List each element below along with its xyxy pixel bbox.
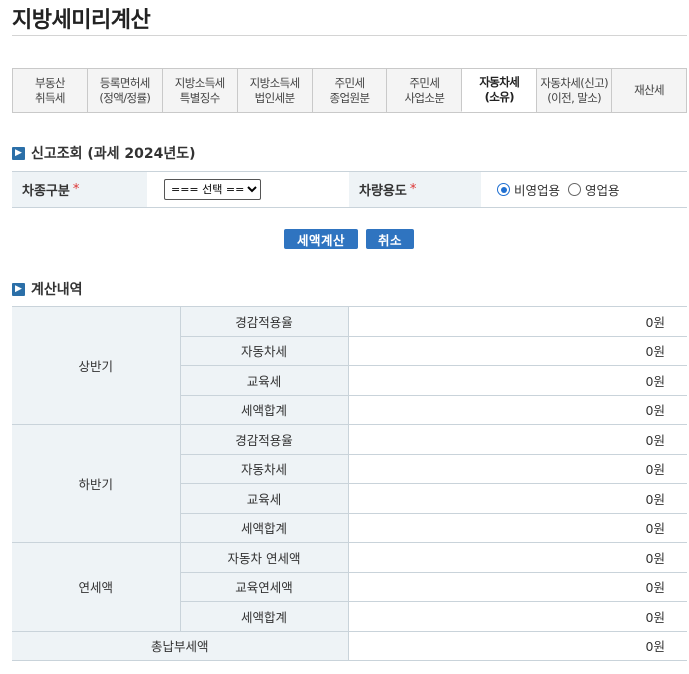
row-value: 0원 bbox=[347, 453, 687, 484]
required-mark: * bbox=[409, 182, 417, 197]
title-divider bbox=[12, 35, 687, 36]
radio-business[interactable]: 영업용 bbox=[568, 180, 620, 199]
required-mark: * bbox=[72, 182, 80, 197]
row-value: 0원 bbox=[347, 424, 687, 455]
vehicle-type-header: 차종구분 * bbox=[12, 172, 147, 207]
calc-section-title: ▶ 계산내역 bbox=[12, 279, 83, 299]
row-value: 0원 bbox=[347, 571, 687, 602]
tab-vehicle-tax-report[interactable]: 자동차세(신고) (이전, 말소) bbox=[536, 69, 611, 112]
calculate-button[interactable]: 세액계산 bbox=[284, 229, 358, 249]
tab-local-income-tax-corporate[interactable]: 지방소득세 법인세분 bbox=[236, 69, 312, 112]
table-row: 하반기 경감적용율 0원 bbox=[12, 424, 687, 543]
page-title: 지방세미리계산 bbox=[12, 8, 151, 33]
cancel-button[interactable]: 취소 bbox=[366, 229, 414, 249]
tab-resident-tax-employee[interactable]: 주민세 종업원분 bbox=[311, 69, 387, 112]
report-form: 차종구분 * === 선택 === 차량용도 * 비영업용 영업용 bbox=[12, 171, 687, 208]
radio-business-circle[interactable] bbox=[568, 183, 582, 196]
radio-nonbusiness-circle[interactable] bbox=[497, 183, 510, 196]
radio-nonbusiness[interactable]: 비영업용 bbox=[497, 180, 560, 199]
row-label: 경감적용율 bbox=[179, 424, 349, 455]
tab-registration-license-tax[interactable]: 등록면허세 (정액/정률) bbox=[86, 69, 162, 112]
calc-section-label: 계산내역 bbox=[31, 282, 83, 298]
row-value: 0원 bbox=[347, 542, 687, 573]
row-value: 0원 bbox=[347, 512, 687, 543]
tab-property-acquisition-tax[interactable]: 부동산 취득세 bbox=[13, 69, 87, 112]
row-label: 자동차세 bbox=[180, 335, 349, 366]
table-row: 연세액 자동차 연세액 0원 bbox=[12, 542, 687, 632]
group-second-half: 하반기 bbox=[12, 424, 181, 543]
row-label: 교육세 bbox=[180, 365, 349, 396]
group-first-half: 상반기 bbox=[12, 306, 181, 425]
row-label: 교육연세액 bbox=[180, 571, 349, 602]
usage-cell: 비영업용 영업용 bbox=[481, 172, 687, 207]
tab-vehicle-tax-ownership[interactable]: 자동차세 (소유) bbox=[461, 69, 537, 112]
row-value: 0원 bbox=[347, 335, 687, 366]
report-section-label: 신고조회 (과세 2024년도) bbox=[31, 146, 196, 162]
chevron-right-icon: ▶ bbox=[12, 146, 25, 160]
vehicle-type-select[interactable]: === 선택 === bbox=[164, 179, 261, 200]
table-row: 총납부세액 0원 bbox=[12, 630, 687, 661]
vehicle-type-label: 차종구분 bbox=[22, 184, 70, 199]
row-value: 0원 bbox=[347, 483, 687, 514]
report-section-title: ▶ 신고조회 (과세 2024년도) bbox=[12, 143, 196, 163]
row-label: 자동차세 bbox=[180, 453, 349, 484]
group-annual: 연세액 bbox=[12, 542, 181, 632]
total-value: 0원 bbox=[347, 630, 687, 661]
chevron-right-icon: ▶ bbox=[12, 282, 25, 296]
tab-property-tax[interactable]: 재산세 bbox=[611, 69, 686, 112]
row-label: 세액합계 bbox=[180, 512, 349, 543]
radio-business-label: 영업용 bbox=[585, 183, 620, 198]
tab-resident-tax-business[interactable]: 주민세 사업소분 bbox=[386, 69, 461, 112]
row-value: 0원 bbox=[347, 306, 687, 337]
row-label: 세액합계 bbox=[180, 601, 349, 632]
calc-table: 상반기 경감적용율 0원 자동차세 0원 교육세 0원 세액합계 0원 하반기 … bbox=[12, 306, 687, 661]
row-value: 0원 bbox=[347, 394, 687, 425]
usage-header: 차량용도 * bbox=[349, 172, 481, 207]
row-label: 세액합계 bbox=[180, 394, 349, 425]
row-label: 자동차 연세액 bbox=[179, 542, 349, 573]
row-value: 0원 bbox=[347, 601, 687, 632]
tab-local-income-tax-withholding[interactable]: 지방소득세 특별징수 bbox=[161, 69, 237, 112]
tax-tabs: 부동산 취득세 등록면허세 (정액/정률) 지방소득세 특별징수 지방소득세 법… bbox=[12, 68, 687, 113]
total-label: 총납부세액 bbox=[12, 630, 349, 661]
vehicle-type-cell: === 선택 === bbox=[147, 172, 349, 207]
row-value: 0원 bbox=[347, 365, 687, 396]
usage-label: 차량용도 bbox=[359, 184, 407, 199]
radio-nonbusiness-label: 비영업용 bbox=[514, 183, 561, 198]
row-label: 경감적용율 bbox=[179, 306, 349, 337]
row-label: 교육세 bbox=[180, 483, 349, 514]
table-row: 상반기 경감적용율 0원 bbox=[12, 306, 687, 425]
